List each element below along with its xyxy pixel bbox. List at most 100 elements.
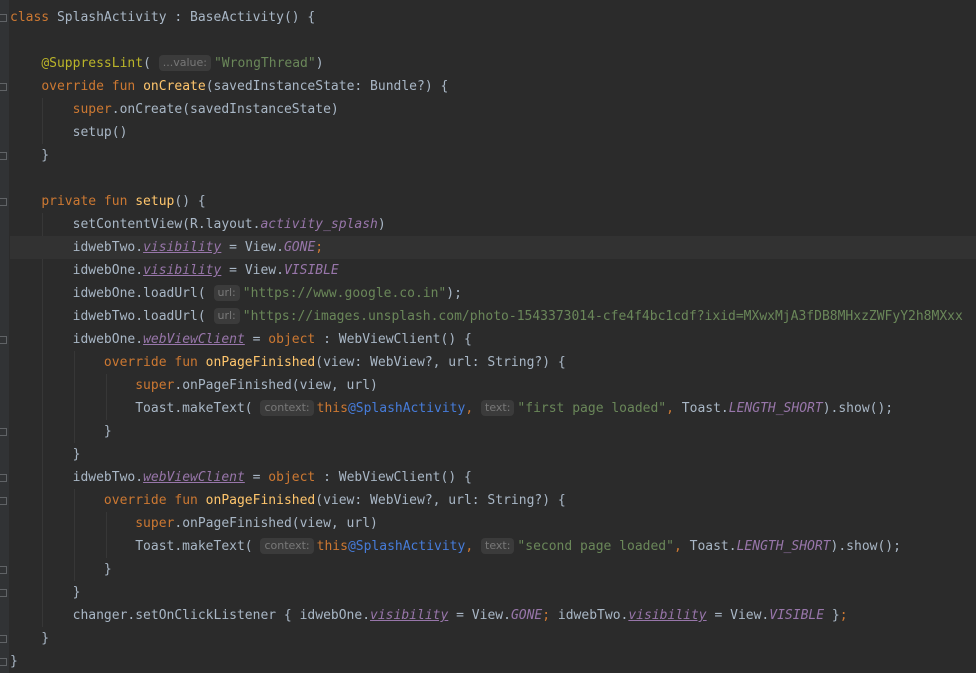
code-token: override fun <box>41 79 144 94</box>
code-token: } <box>10 631 50 646</box>
code-token: (savedInstanceState: Bundle?) { <box>205 79 449 94</box>
code-editor[interactable]: class SplashActivity : BaseActivity() { … <box>0 0 976 673</box>
code-line[interactable]: super.onCreate(savedInstanceState) <box>10 98 976 121</box>
code-token: idwebTwo. <box>557 608 629 623</box>
code-token: () { <box>174 194 206 209</box>
fold-marker-icon[interactable] <box>0 658 7 666</box>
code-token: ).show(); <box>822 401 894 416</box>
code-line[interactable]: super.onPageFinished(view, url) <box>10 512 976 535</box>
code-token: "https://images.unsplash.com/photo-15433… <box>242 309 963 324</box>
code-token: Toast. <box>681 401 729 416</box>
code-line[interactable]: super.onPageFinished(view, url) <box>10 374 976 397</box>
code-token: ); <box>446 286 462 301</box>
code-token: } <box>10 562 112 577</box>
code-token: ) <box>315 56 324 71</box>
code-token: override fun <box>103 493 206 508</box>
code-token: ( <box>143 56 159 71</box>
code-token: : WebViewClient() { <box>315 470 472 485</box>
code-line[interactable]: private fun setup() { <box>10 190 976 213</box>
code-token: GONE <box>510 608 543 623</box>
code-token: visibility <box>143 240 222 255</box>
fold-marker-icon[interactable] <box>0 589 7 597</box>
code-line[interactable]: Toast.makeText( context: this@SplashActiv… <box>10 535 976 558</box>
fold-marker-icon[interactable] <box>0 635 7 643</box>
code-token: Toast. <box>689 539 737 554</box>
code-line[interactable]: changer.setOnClickListener { idwebOne.vi… <box>10 604 976 627</box>
code-line[interactable]: idwebOne.loadUrl( url: "https://www.googl… <box>10 282 976 305</box>
code-token: webViewClient <box>143 332 245 347</box>
parameter-hint: url: <box>213 285 240 301</box>
code-token: = View. <box>448 608 511 623</box>
parameter-hint: context: <box>260 538 314 554</box>
code-line[interactable]: } <box>10 627 976 650</box>
code-line[interactable]: } <box>10 581 976 604</box>
code-token: = View. <box>706 608 770 623</box>
code-line[interactable]: setup() <box>10 121 976 144</box>
code-line[interactable]: setContentView(R.layout.activity_splash) <box>10 213 976 236</box>
code-token: LENGTH_SHORT <box>728 401 823 416</box>
code-token: VISIBLE <box>283 263 339 278</box>
code-line[interactable]: @SuppressLint( ...value: "WrongThread") <box>10 52 976 75</box>
code-token: @SuppressLint <box>41 56 144 71</box>
code-line[interactable]: } <box>10 650 976 673</box>
parameter-hint: ...value: <box>158 55 211 71</box>
code-token: idwebOne. <box>10 263 144 278</box>
code-token: ).show(); <box>830 539 901 554</box>
fold-marker-icon[interactable] <box>0 497 7 505</box>
code-line[interactable]: } <box>10 420 976 443</box>
code-line[interactable]: } <box>10 443 976 466</box>
code-line[interactable]: Toast.makeText( context: this@SplashActiv… <box>10 397 976 420</box>
code-line[interactable]: } <box>10 558 976 581</box>
code-token: object <box>268 332 316 347</box>
code-token: super <box>135 378 175 393</box>
code-line[interactable]: override fun onCreate(savedInstanceState… <box>10 75 976 98</box>
fold-marker-icon[interactable] <box>0 83 7 91</box>
code-token: setup <box>135 194 175 209</box>
fold-marker-icon[interactable] <box>0 152 7 160</box>
code-token: .onPageFinished(view, url) <box>174 378 378 393</box>
code-token: object <box>268 470 316 485</box>
code-line[interactable]: override fun onPageFinished(view: WebVie… <box>10 351 976 374</box>
code-token: onPageFinished <box>205 355 316 370</box>
code-line[interactable] <box>10 29 976 52</box>
code-token: "https://www.google.co.in" <box>242 286 447 301</box>
code-token: , <box>666 401 682 416</box>
code-token: = <box>244 470 269 485</box>
code-line[interactable]: idwebOne.webViewClient = object : WebVie… <box>10 328 976 351</box>
code-token: this <box>316 401 348 416</box>
code-line[interactable]: override fun onPageFinished(view: WebVie… <box>10 489 976 512</box>
code-token: onCreate <box>143 79 206 94</box>
code-token: ; <box>542 608 558 623</box>
code-token: visibility <box>143 263 222 278</box>
code-token: } <box>10 424 112 439</box>
code-line[interactable]: idwebTwo.visibility = View.GONE; <box>10 236 976 259</box>
code-line[interactable]: idwebOne.visibility = View.VISIBLE <box>10 259 976 282</box>
code-line[interactable]: idwebTwo.webViewClient = object : WebVie… <box>10 466 976 489</box>
code-token: @SplashActivity <box>347 539 466 554</box>
code-token: super <box>72 102 112 117</box>
fold-marker-icon[interactable] <box>0 14 7 22</box>
code-line[interactable]: class SplashActivity : BaseActivity() { <box>10 6 976 29</box>
code-token: setup() <box>10 125 128 140</box>
fold-marker-icon[interactable] <box>0 474 7 482</box>
code-token: onPageFinished <box>205 493 316 508</box>
fold-marker-icon[interactable] <box>0 428 7 436</box>
code-token: SplashActivity : BaseActivity() { <box>56 10 316 25</box>
code-line[interactable]: idwebTwo.loadUrl( url: "https://images.un… <box>10 305 976 328</box>
code-token: .onCreate(savedInstanceState) <box>111 102 339 117</box>
fold-marker-icon[interactable] <box>0 198 7 206</box>
code-token: , <box>465 539 481 554</box>
fold-marker-icon[interactable] <box>0 336 7 344</box>
code-token: changer.setOnClickListener { idwebOne. <box>10 608 371 623</box>
code-line[interactable]: } <box>10 144 976 167</box>
code-line[interactable] <box>10 167 976 190</box>
code-token: = <box>244 332 269 347</box>
fold-marker-icon[interactable] <box>0 566 7 574</box>
code-token: .onPageFinished(view, url) <box>174 516 378 531</box>
code-token: Toast.makeText( <box>10 401 261 416</box>
code-token: } <box>10 585 81 600</box>
code-token: private fun <box>41 194 136 209</box>
